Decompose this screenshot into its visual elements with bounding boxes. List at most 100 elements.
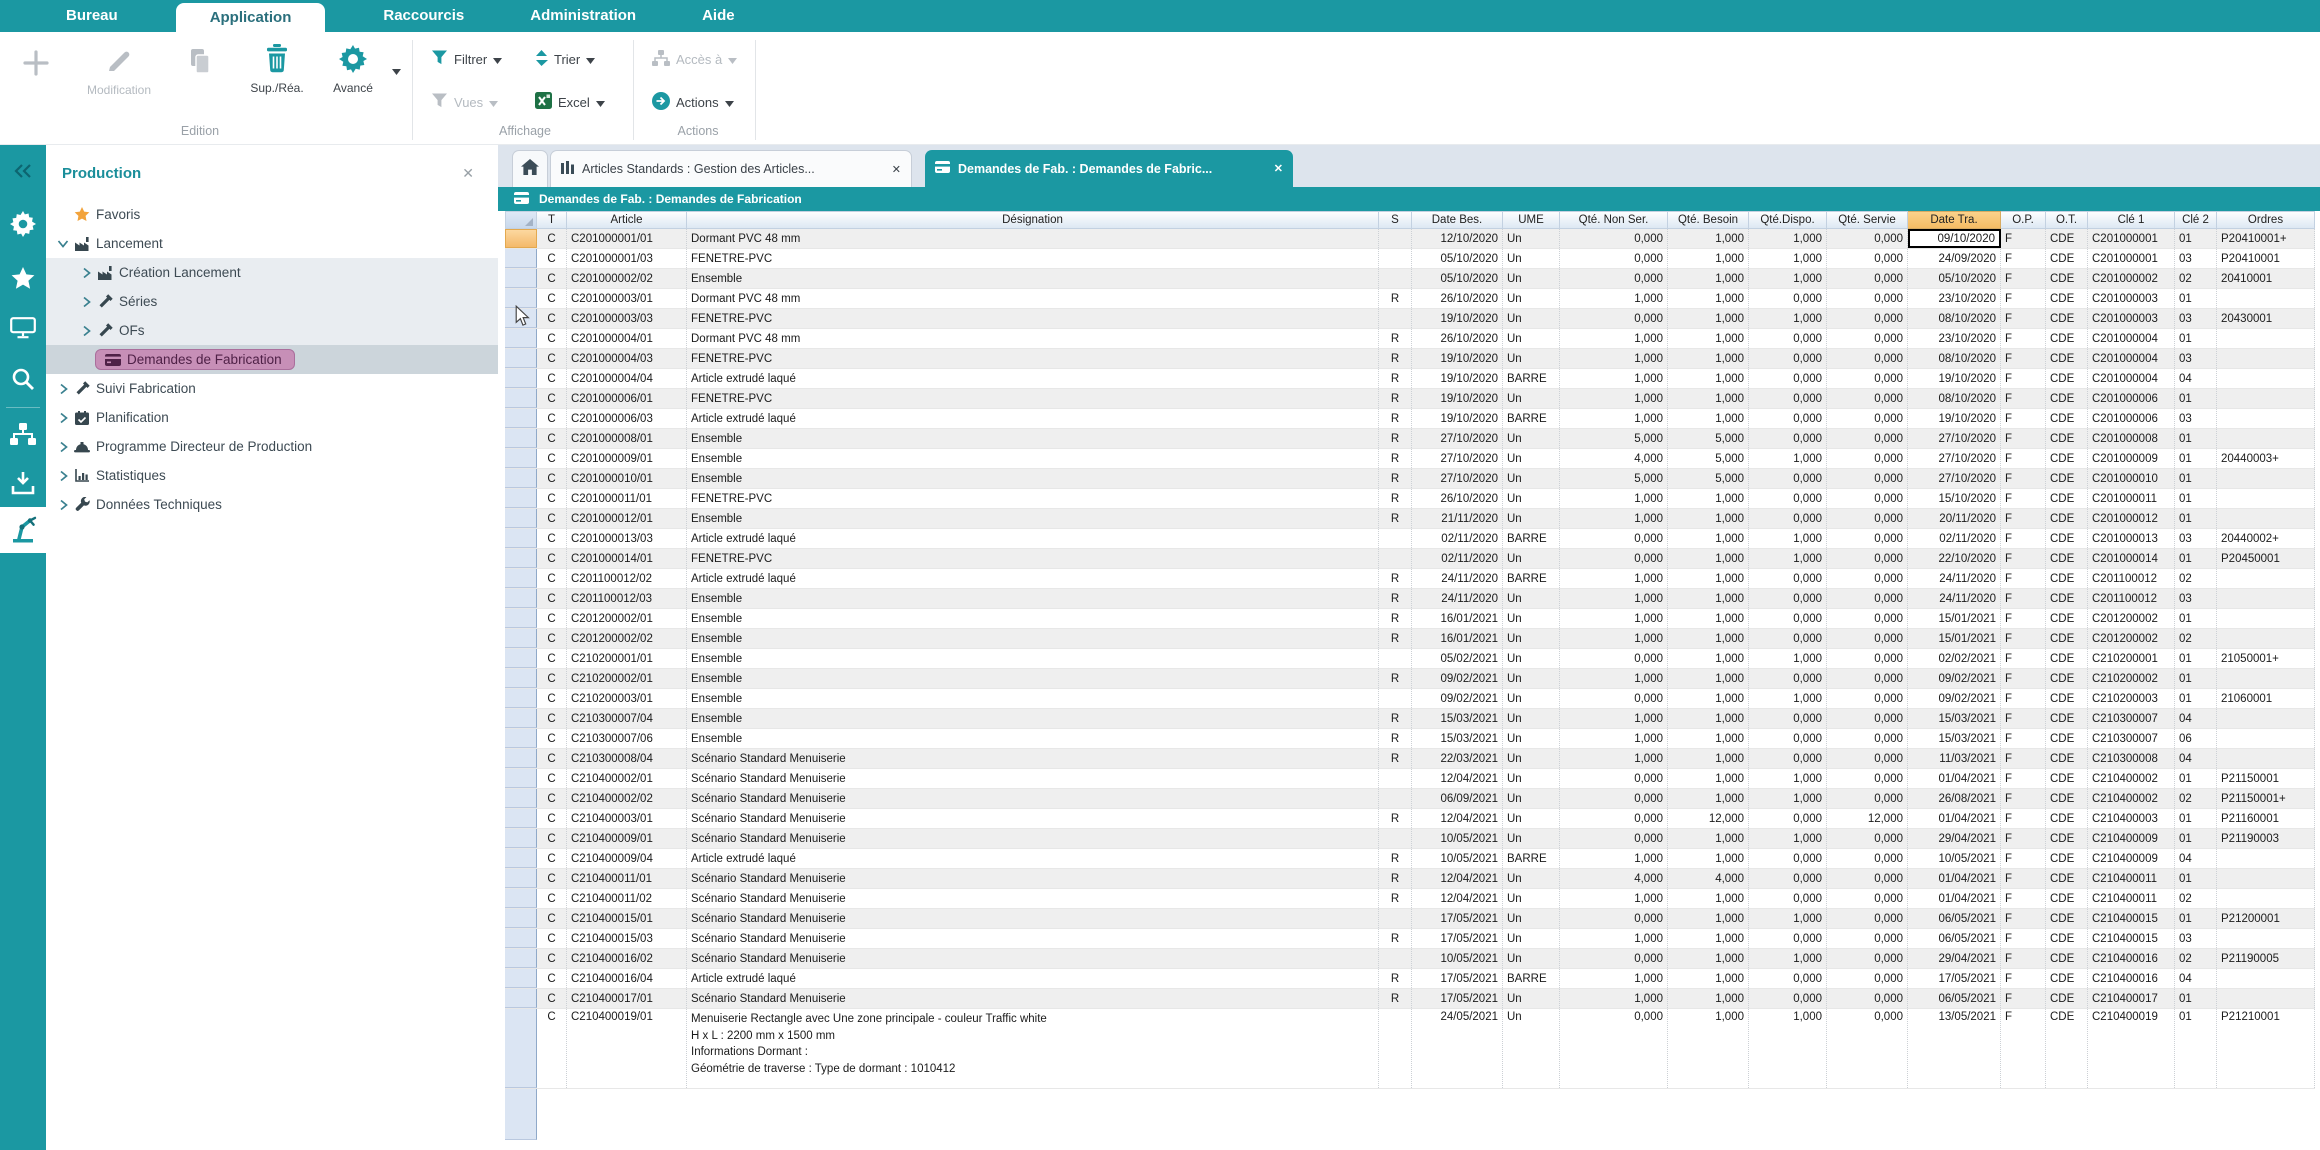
sidebar-item-ofs[interactable]: OFs	[46, 316, 498, 345]
filtrer-button[interactable]: Filtrer	[432, 47, 502, 71]
cell-qte_besoin[interactable]: 1,000	[1668, 669, 1749, 688]
cell-ordres[interactable]	[2217, 669, 2315, 688]
trier-button[interactable]: Trier	[535, 47, 595, 71]
cell-s[interactable]: R	[1379, 629, 1412, 648]
cell-qte_servie[interactable]: 0,000	[1827, 769, 1908, 788]
cell-ot[interactable]: CDE	[2046, 969, 2088, 988]
cell-qte_non_ser[interactable]: 1,000	[1560, 609, 1668, 628]
cell-ume[interactable]: Un	[1503, 589, 1560, 608]
cell-date_tra[interactable]: 24/09/2020	[1908, 249, 2001, 268]
cell-cle2[interactable]: 04	[2175, 709, 2217, 728]
cell-cle1[interactable]: C210400015	[2088, 929, 2175, 948]
cell-ume[interactable]: Un	[1503, 749, 1560, 768]
chevron-right-icon[interactable]	[54, 412, 72, 424]
cell-cle1[interactable]: C201000004	[2088, 349, 2175, 368]
cell-qte_servie[interactable]: 0,000	[1827, 1009, 1908, 1088]
cell-qte_servie[interactable]: 0,000	[1827, 349, 1908, 368]
cell-cle2[interactable]: 03	[2175, 409, 2217, 428]
table-row[interactable]: CC210400002/01Scénario Standard Menuiser…	[505, 769, 2315, 789]
cell-qte_non_ser[interactable]: 1,000	[1560, 729, 1668, 748]
table-row[interactable]: CC210400003/01Scénario Standard Menuiser…	[505, 809, 2315, 829]
cell-article[interactable]: C210400003/01	[567, 809, 687, 828]
cell-article[interactable]: C210400017/01	[567, 989, 687, 1008]
actions-dropdown-icon[interactable]	[725, 95, 734, 110]
cell-ume[interactable]: Un	[1503, 549, 1560, 568]
cell-qte_dispo[interactable]: 1,000	[1749, 649, 1827, 668]
cell-article[interactable]: C201000014/01	[567, 549, 687, 568]
cell-ume[interactable]: Un	[1503, 989, 1560, 1008]
cell-s[interactable]: R	[1379, 569, 1412, 588]
cell-qte_non_ser[interactable]: 1,000	[1560, 509, 1668, 528]
cell-t[interactable]: C	[537, 829, 567, 848]
table-row[interactable]: CC201000002/02Ensemble05/10/2020Un0,0001…	[505, 269, 2315, 289]
cell-ot[interactable]: CDE	[2046, 869, 2088, 888]
modification-button[interactable]: Modification	[80, 42, 158, 97]
cell-qte_dispo[interactable]: 1,000	[1749, 529, 1827, 548]
table-row[interactable]: CC210400017/01Scénario Standard Menuiser…	[505, 989, 2315, 1009]
row-selector-cell[interactable]	[505, 769, 537, 788]
cell-qte_dispo[interactable]: 0,000	[1749, 329, 1827, 348]
row-selector-cell[interactable]	[505, 909, 537, 928]
cell-date_bes[interactable]: 19/10/2020	[1412, 349, 1503, 368]
cell-ume[interactable]: Un	[1503, 909, 1560, 928]
cell-ume[interactable]: Un	[1503, 809, 1560, 828]
cell-op[interactable]: F	[2001, 929, 2046, 948]
cell-date_bes[interactable]: 27/10/2020	[1412, 449, 1503, 468]
cell-qte_besoin[interactable]: 4,000	[1668, 869, 1749, 888]
cell-article[interactable]: C201100012/02	[567, 569, 687, 588]
cell-op[interactable]: F	[2001, 749, 2046, 768]
cell-cle2[interactable]: 02	[2175, 269, 2217, 288]
row-selector-cell[interactable]	[505, 589, 537, 608]
cell-cle1[interactable]: C210300007	[2088, 729, 2175, 748]
cell-date_tra[interactable]: 06/05/2021	[1908, 989, 2001, 1008]
cell-qte_dispo[interactable]: 0,000	[1749, 969, 1827, 988]
table-row[interactable]: CC210300007/06EnsembleR15/03/2021Un1,000…	[505, 729, 2315, 749]
cell-designation[interactable]: FENETRE-PVC	[687, 489, 1379, 508]
cell-qte_non_ser[interactable]: 1,000	[1560, 629, 1668, 648]
cell-designation[interactable]: Scénario Standard Menuiserie	[687, 789, 1379, 808]
cell-qte_dispo[interactable]: 1,000	[1749, 769, 1827, 788]
cell-ordres[interactable]	[2217, 589, 2315, 608]
cell-ot[interactable]: CDE	[2046, 249, 2088, 268]
row-selector-cell[interactable]	[505, 869, 537, 888]
cell-qte_servie[interactable]: 0,000	[1827, 949, 1908, 968]
row-selector-cell[interactable]	[505, 469, 537, 488]
cell-article[interactable]: C210200002/01	[567, 669, 687, 688]
cell-ordres[interactable]	[2217, 569, 2315, 588]
cell-s[interactable]: R	[1379, 729, 1412, 748]
cell-qte_besoin[interactable]: 1,000	[1668, 269, 1749, 288]
cell-qte_besoin[interactable]: 1,000	[1668, 749, 1749, 768]
cell-cle1[interactable]: C201100012	[2088, 589, 2175, 608]
home-tab[interactable]	[512, 150, 548, 187]
cell-qte_non_ser[interactable]: 0,000	[1560, 949, 1668, 968]
cell-qte_non_ser[interactable]: 0,000	[1560, 249, 1668, 268]
cell-ordres[interactable]	[2217, 729, 2315, 748]
table-row[interactable]: CC210300008/04Scénario Standard Menuiser…	[505, 749, 2315, 769]
cell-qte_dispo[interactable]: 0,000	[1749, 389, 1827, 408]
cell-qte_besoin[interactable]: 1,000	[1668, 909, 1749, 928]
column-header-cle1[interactable]: Clé 1	[2088, 211, 2175, 229]
table-row[interactable]: CC201200002/01EnsembleR16/01/2021Un1,000…	[505, 609, 2315, 629]
table-row[interactable]: CC201000008/01EnsembleR27/10/2020Un5,000…	[505, 429, 2315, 449]
cell-t[interactable]: C	[537, 269, 567, 288]
cell-ordres[interactable]	[2217, 369, 2315, 388]
row-selector-cell[interactable]	[505, 689, 537, 708]
cell-cle1[interactable]: C201200002	[2088, 629, 2175, 648]
cell-designation[interactable]: Ensemble	[687, 709, 1379, 728]
cell-ume[interactable]: Un	[1503, 469, 1560, 488]
cell-s[interactable]	[1379, 689, 1412, 708]
sidebar-item-donn-es-techniques[interactable]: Données Techniques	[46, 490, 498, 519]
cell-article[interactable]: C201000003/01	[567, 289, 687, 308]
cell-op[interactable]: F	[2001, 269, 2046, 288]
cell-ume[interactable]: Un	[1503, 669, 1560, 688]
cell-cle2[interactable]: 04	[2175, 369, 2217, 388]
cell-designation[interactable]: Scénario Standard Menuiserie	[687, 829, 1379, 848]
cell-qte_dispo[interactable]: 1,000	[1749, 1009, 1827, 1088]
cell-designation[interactable]: Scénario Standard Menuiserie	[687, 929, 1379, 948]
cell-qte_dispo[interactable]: 1,000	[1749, 249, 1827, 268]
cell-qte_non_ser[interactable]: 4,000	[1560, 869, 1668, 888]
cell-qte_dispo[interactable]: 0,000	[1749, 729, 1827, 748]
cell-qte_non_ser[interactable]: 0,000	[1560, 549, 1668, 568]
cell-s[interactable]: R	[1379, 329, 1412, 348]
cell-ume[interactable]: Un	[1503, 829, 1560, 848]
